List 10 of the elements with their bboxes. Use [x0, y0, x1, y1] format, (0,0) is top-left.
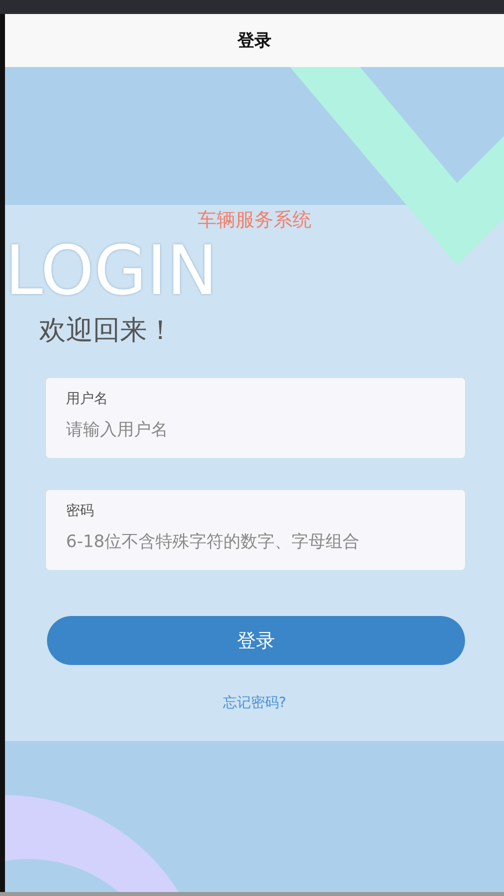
password-input[interactable]: 6-18位不含特殊字符的数字、字母组合: [66, 529, 445, 555]
app-name: 车辆服务系统: [198, 208, 312, 232]
login-button[interactable]: 登录: [47, 616, 465, 665]
field-label: 用户名: [66, 390, 108, 408]
page-title: 登录: [238, 30, 272, 52]
field-label: 密码: [66, 502, 94, 520]
welcome-heading: 欢迎回来！: [39, 314, 174, 348]
password-field[interactable]: 密码 6-18位不含特殊字符的数字、字母组合: [46, 490, 465, 570]
username-input[interactable]: 请输入用户名: [66, 417, 445, 443]
username-field[interactable]: 用户名 请输入用户名: [46, 378, 465, 458]
